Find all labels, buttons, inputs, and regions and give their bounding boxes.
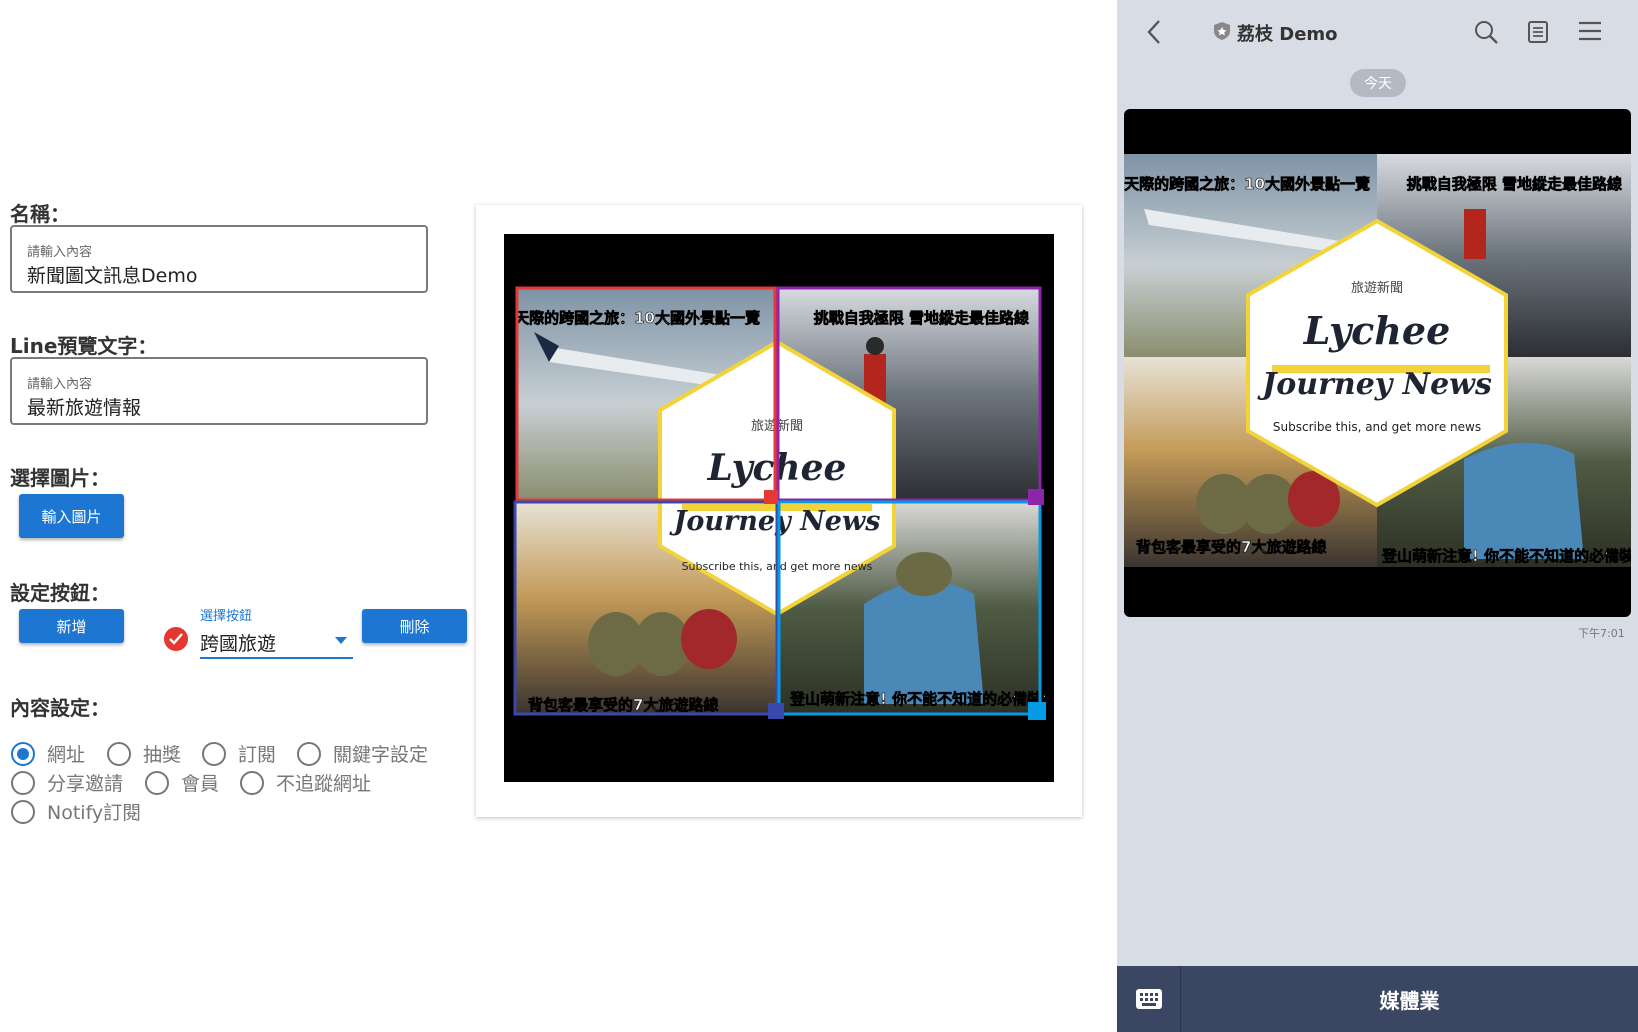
chat-title: 荔枝 Demo — [1213, 20, 1338, 46]
chat-header: 荔枝 Demo — [1117, 0, 1638, 64]
radio-keyword[interactable]: 關鍵字設定 — [297, 740, 428, 767]
rich-menu-label[interactable]: 媒體業 — [1181, 966, 1638, 1032]
delete-button[interactable]: 刪除 — [362, 609, 467, 643]
line-chat-preview: 荔枝 Demo 今天 旅遊新聞 Lychee Journey News Subs… — [1117, 0, 1638, 1032]
radio-subscribe[interactable]: 訂閱 — [202, 740, 276, 767]
radio-label: 不追蹤網址 — [276, 773, 372, 795]
resize-handle[interactable] — [1028, 702, 1046, 720]
radio-notify[interactable]: Notify訂閱 — [11, 798, 141, 825]
resize-handle[interactable] — [764, 490, 778, 504]
preview-field[interactable]: 請輸入內容 最新旅遊情報 — [10, 357, 428, 425]
preview-value: 最新旅遊情報 — [27, 397, 142, 419]
name-placeholder: 請輸入內容 — [27, 245, 93, 260]
chat-center-small-text: 旅遊新聞 — [1351, 280, 1403, 296]
backpack-shape — [681, 609, 737, 669]
button-select[interactable]: 選擇按鈕 跨國旅遊 — [200, 603, 353, 659]
resize-handle[interactable] — [768, 703, 784, 719]
climber-shape — [1464, 209, 1486, 259]
radio-icon — [202, 741, 226, 766]
radio-icon — [107, 741, 131, 766]
tile-caption: 登山萌新注意! 你不能不知道的必備裝備一覽 — [789, 690, 1054, 708]
content-settings-label: 內容設定： — [10, 696, 110, 720]
select-caption: 選擇按鈕 — [200, 609, 253, 624]
notes-icon[interactable] — [1527, 20, 1549, 48]
name-field[interactable]: 請輸入內容 新聞圖文訊息Demo — [10, 225, 428, 293]
radio-label: 訂閱 — [238, 744, 277, 766]
chat-title-text: 荔枝 Demo — [1237, 24, 1338, 45]
add-button[interactable]: 新增 — [19, 609, 124, 643]
chat-tile-caption: 享受翱翔天際的跨國之旅：10大國外景點一覽 — [1124, 175, 1370, 193]
select-underline — [200, 657, 353, 659]
upload-image-button[interactable]: 輸入圖片 — [19, 494, 124, 538]
chat-center-title-2: Journey News — [1257, 367, 1492, 402]
chat-tile-caption: 登山萌新注意! 你不能不知道的必備裝備一覽 — [1381, 547, 1631, 565]
chat-center-subtitle: Subscribe this, and get more news — [1273, 420, 1481, 434]
radio-url[interactable]: 網址 — [11, 740, 85, 767]
radio-no-track[interactable]: 不追蹤網址 — [240, 769, 371, 796]
radio-icon — [11, 741, 35, 766]
radio-label: 分享邀請 — [47, 773, 124, 795]
menu-icon[interactable] — [1577, 20, 1603, 46]
radio-member[interactable]: 會員 — [145, 769, 219, 796]
date-badge: 今天 — [1350, 69, 1406, 97]
radio-label: 會員 — [181, 773, 220, 795]
name-value: 新聞圖文訊息Demo — [27, 265, 198, 287]
tile-caption: 挑戰自我極限 雪地縱走最佳路線 — [814, 309, 1029, 327]
shield-icon — [1213, 21, 1231, 46]
preview-placeholder: 請輸入內容 — [27, 377, 93, 392]
radio-label: 關鍵字設定 — [333, 744, 429, 766]
radio-label: 抽獎 — [143, 744, 182, 766]
chat-tile-caption: 背包客最享受的7大旅遊路線 — [1136, 538, 1326, 556]
radio-icon — [297, 741, 321, 766]
radio-lottery[interactable]: 抽獎 — [107, 740, 181, 767]
image-label: 選擇圖片： — [10, 466, 110, 490]
center-title-2: Journey News — [669, 506, 881, 537]
radio-label: Notify訂閱 — [47, 802, 142, 824]
preview-label: Line預覽文字： — [10, 334, 158, 358]
radio-icon — [145, 770, 169, 795]
resize-handle[interactable] — [1028, 489, 1044, 505]
tile-caption: 享受翱翔天際的跨國之旅：10大國外景點一覽 — [504, 309, 760, 327]
hat-shape — [896, 552, 952, 596]
chat-tile-caption: 挑戰自我極限 雪地縱走最佳路線 — [1407, 175, 1622, 193]
rich-menu-bar: 媒體業 — [1117, 966, 1638, 1032]
radio-icon — [11, 770, 35, 795]
radio-share[interactable]: 分享邀請 — [11, 769, 123, 796]
chat-image-message[interactable]: 旅遊新聞 Lychee Journey News Subscribe this,… — [1124, 109, 1631, 617]
radio-icon — [240, 770, 264, 795]
radio-icon — [11, 799, 35, 824]
blue-backpack-shape — [1464, 442, 1584, 559]
tile-caption: 背包客最享受的7大旅遊路線 — [528, 696, 718, 714]
message-time: 下午7:01 — [1578, 627, 1625, 640]
keyboard-icon[interactable] — [1117, 966, 1181, 1032]
button-settings-label: 設定按鈕： — [10, 581, 110, 605]
select-value: 跨國旅遊 — [200, 633, 277, 655]
back-icon[interactable] — [1145, 18, 1163, 50]
search-icon[interactable] — [1473, 19, 1499, 49]
climber-head-shape — [866, 337, 884, 355]
radio-label: 網址 — [47, 744, 86, 766]
blue-backpack-shape — [864, 581, 984, 704]
check-icon — [164, 627, 188, 651]
preview-image: 旅遊新聞 Lychee Journey News Subscribe this,… — [504, 234, 1054, 782]
chat-center-title-1: Lychee — [1303, 308, 1451, 353]
message-form: 名稱： 請輸入內容 新聞圖文訊息Demo Line預覽文字： 請輸入內容 最新旅… — [0, 0, 470, 1032]
dropdown-arrow-icon — [335, 637, 347, 644]
name-label: 名稱： — [10, 202, 70, 226]
